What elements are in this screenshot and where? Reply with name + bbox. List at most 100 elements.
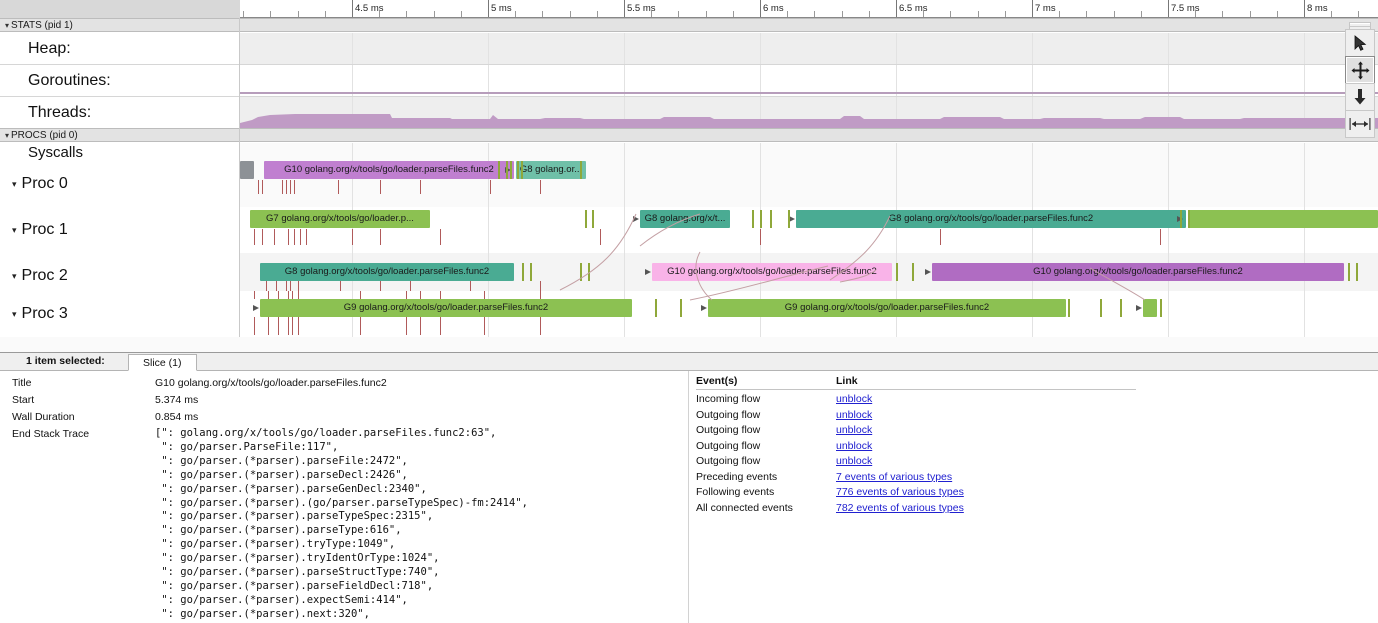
event-tick[interactable]	[300, 229, 301, 245]
track-proc-1[interactable]: ▾Proc 1 G7 golang.org/x/tools/go/loader.…	[0, 207, 1378, 253]
event-tick[interactable]	[274, 229, 275, 245]
event-tick[interactable]	[760, 229, 761, 245]
track-proc-1-plot[interactable]: G7 golang.org/x/tools/go/loader.p... G8 g…	[240, 207, 1378, 253]
chevron-down-icon[interactable]: ▾	[12, 225, 17, 236]
event-tick[interactable]	[517, 161, 519, 179]
timeline-slice[interactable]: G9 golang.org/x/tools/go/loader.parseFil…	[708, 299, 1066, 317]
timeline-slice[interactable]: G9 golang.org/x/tools/go/loader.parseFil…	[260, 299, 632, 317]
event-tick[interactable]	[298, 317, 299, 335]
timeline-slice[interactable]	[1143, 299, 1157, 317]
event-tick[interactable]	[254, 317, 255, 335]
event-tick[interactable]	[254, 229, 255, 245]
event-link[interactable]: 782 events of various types	[836, 502, 964, 514]
event-tick[interactable]	[752, 210, 754, 228]
event-tick[interactable]	[360, 317, 361, 335]
event-tick[interactable]	[680, 299, 682, 317]
event-tick[interactable]	[521, 161, 523, 179]
event-tick[interactable]	[268, 291, 269, 299]
timeline-slice[interactable]: G10 golang.org/x/tools/go/loader.parseFi…	[264, 161, 514, 179]
event-link[interactable]: unblock	[836, 424, 872, 436]
event-tick[interactable]	[1348, 263, 1350, 281]
tab-slice[interactable]: Slice (1)	[128, 354, 197, 371]
event-tick[interactable]	[490, 180, 491, 194]
event-tick[interactable]	[352, 229, 353, 245]
timeline-slice[interactable]: G8 golang.org/x/t...	[640, 210, 730, 228]
event-tick[interactable]	[788, 210, 790, 228]
track-syscalls-plot[interactable]	[240, 143, 1378, 161]
event-tick[interactable]	[282, 180, 283, 194]
event-tick[interactable]	[420, 317, 421, 335]
event-tick[interactable]	[484, 291, 485, 299]
event-tick[interactable]	[1160, 299, 1162, 317]
timeline-slice[interactable]	[1188, 210, 1378, 228]
event-tick[interactable]	[506, 161, 508, 179]
event-tick[interactable]	[420, 180, 421, 194]
timeline-slice[interactable]: G10 golang.org/x/tools/go/loader.parseFi…	[652, 263, 892, 281]
event-tick[interactable]	[380, 180, 381, 194]
event-tick[interactable]	[254, 291, 255, 299]
time-ruler[interactable]: 4.5 ms5 ms5.5 ms6 ms6.5 ms7 ms7.5 ms8 ms	[0, 0, 1378, 18]
track-proc-0-plot[interactable]: G10 golang.org/x/tools/go/loader.parseFi…	[240, 161, 1378, 207]
event-tick[interactable]	[896, 263, 898, 281]
timeline-slice[interactable]	[240, 161, 254, 179]
event-tick[interactable]	[1356, 263, 1358, 281]
event-tick[interactable]	[288, 317, 289, 335]
event-tick[interactable]	[770, 210, 772, 228]
event-tick[interactable]	[380, 229, 381, 245]
timeline-slice[interactable]: G8 golang.org/x/tools/go/loader.parseFil…	[796, 210, 1186, 228]
event-link[interactable]: 776 events of various types	[836, 486, 964, 498]
track-threads[interactable]: Threads:	[0, 97, 1378, 128]
event-tick[interactable]	[592, 210, 594, 228]
event-tick[interactable]	[530, 263, 532, 281]
event-tick[interactable]	[655, 299, 657, 317]
track-proc-1-label[interactable]: ▾Proc 1	[0, 207, 240, 253]
event-tick[interactable]	[912, 263, 914, 281]
event-tick[interactable]	[1180, 210, 1182, 228]
event-tick[interactable]	[1068, 299, 1070, 317]
track-goroutines[interactable]: Goroutines:	[0, 65, 1378, 96]
event-tick[interactable]	[940, 229, 941, 245]
track-proc-3-label[interactable]: ▾Proc 3	[0, 291, 240, 337]
event-tick[interactable]	[288, 291, 289, 299]
event-tick[interactable]	[540, 291, 541, 299]
timeline-slice[interactable]: G7 golang.org/x/tools/go/loader.p...	[250, 210, 430, 228]
track-proc-0[interactable]: ▾Proc 0 G10 golang.org/x/tools/go/loader…	[0, 161, 1378, 207]
event-tick[interactable]	[1188, 210, 1190, 228]
event-link[interactable]: unblock	[836, 455, 872, 467]
pan-tool-button[interactable]	[1345, 56, 1375, 84]
event-link[interactable]: unblock	[836, 393, 872, 405]
event-tick[interactable]	[540, 317, 541, 335]
event-tick[interactable]	[600, 229, 601, 245]
event-tick[interactable]	[406, 317, 407, 335]
event-tick[interactable]	[268, 317, 269, 335]
event-tick[interactable]	[292, 317, 293, 335]
event-link[interactable]: 7 events of various types	[836, 471, 952, 483]
event-tick[interactable]	[440, 317, 441, 335]
event-tick[interactable]	[510, 161, 512, 179]
event-tick[interactable]	[540, 180, 541, 194]
chevron-down-icon[interactable]: ▾	[12, 271, 17, 282]
track-syscalls[interactable]: Syscalls	[0, 143, 1378, 161]
event-tick[interactable]	[522, 263, 524, 281]
track-goroutines-plot[interactable]	[240, 65, 1378, 96]
event-tick[interactable]	[440, 291, 441, 299]
event-tick[interactable]	[420, 291, 421, 299]
track-proc-3[interactable]: ▾Proc 3 G9 golang.org/x/tools/go/loader.…	[0, 291, 1378, 337]
event-tick[interactable]	[440, 229, 441, 245]
event-tick[interactable]	[585, 210, 587, 228]
event-tick[interactable]	[306, 229, 307, 245]
group-header-stats[interactable]: ▾STATS (pid 1)	[0, 18, 1378, 32]
event-tick[interactable]	[1160, 229, 1161, 245]
event-tick[interactable]	[288, 229, 289, 245]
event-link[interactable]: unblock	[836, 409, 872, 421]
track-threads-plot[interactable]	[240, 97, 1378, 128]
timeline-slice[interactable]: G8 golang.org/x/tools/go/loader.parseFil…	[260, 263, 514, 281]
event-tick[interactable]	[262, 180, 263, 194]
timeline-slice[interactable]: G10 golang.org/x/tools/go/loader.parseFi…	[932, 263, 1344, 281]
chevron-down-icon[interactable]: ▾	[12, 179, 17, 190]
event-tick[interactable]	[262, 229, 263, 245]
event-tick[interactable]	[278, 291, 279, 299]
event-tick[interactable]	[290, 180, 291, 194]
select-cursor-button[interactable]	[1345, 29, 1375, 57]
event-tick[interactable]	[588, 263, 590, 281]
